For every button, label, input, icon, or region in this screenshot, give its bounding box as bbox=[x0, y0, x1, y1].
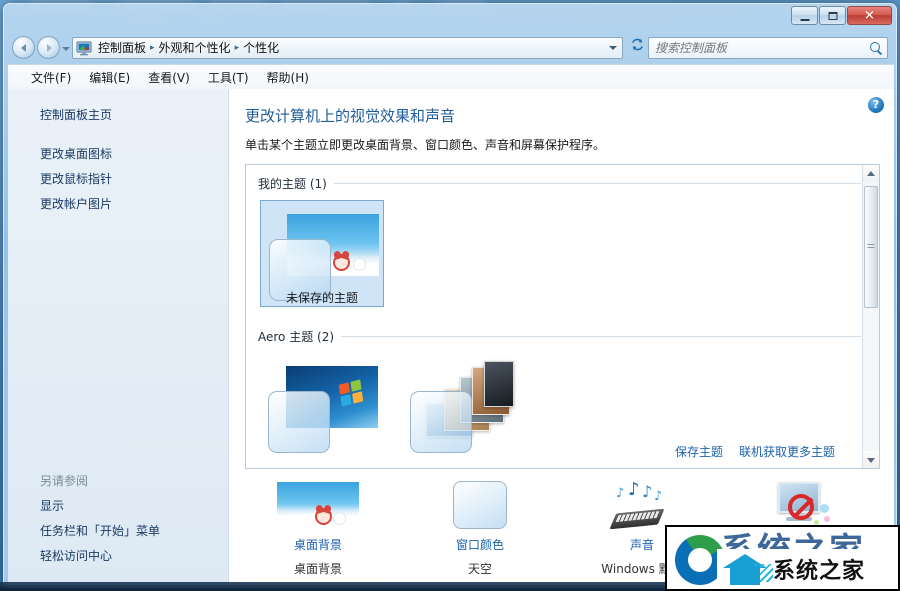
menu-view[interactable]: 查看(V) bbox=[139, 66, 199, 89]
menu-file[interactable]: 文件(F) bbox=[22, 66, 80, 89]
window-titlebar[interactable]: ✕ bbox=[4, 4, 896, 31]
back-button[interactable] bbox=[12, 36, 35, 59]
address-bar[interactable]: 控制面板 ▸ 外观和个性化 ▸ 个性化 bbox=[72, 36, 623, 59]
get-more-themes-online-link[interactable]: 联机获取更多主题 bbox=[739, 443, 835, 460]
quick-item-value: 天空 bbox=[467, 562, 492, 576]
forward-button[interactable] bbox=[37, 36, 60, 59]
maximize-icon bbox=[828, 11, 837, 20]
windows-logo-icon bbox=[338, 379, 364, 407]
sidebar-item-display[interactable]: 显示 bbox=[8, 494, 228, 519]
chevron-down-icon[interactable] bbox=[605, 38, 620, 57]
breadcrumb-item-2[interactable]: 个性化 bbox=[240, 39, 282, 56]
page-subtitle: 单击某个主题立即更改桌面背景、窗口颜色、声音和屏幕保护程序。 bbox=[245, 138, 606, 152]
theme-group-aero bbox=[256, 353, 861, 453]
theme-actions: 保存主题 联机获取更多主题 bbox=[675, 443, 835, 460]
bunny-character-icon bbox=[333, 512, 346, 525]
window-color-icon bbox=[399, 477, 561, 533]
bunny-character-icon bbox=[353, 258, 366, 271]
scrollbar-thumb[interactable] bbox=[864, 186, 878, 308]
minimize-button[interactable] bbox=[791, 6, 818, 25]
quick-item-desktop-background[interactable]: 桌面背景 桌面背景 bbox=[237, 477, 399, 585]
minimize-icon bbox=[800, 18, 809, 21]
theme-group-my-themes: 未保存的主题 bbox=[256, 200, 861, 307]
sidebar-item-change-account-picture[interactable]: 更改帐户图片 bbox=[8, 192, 228, 217]
theme-list-scrollbar[interactable] bbox=[862, 165, 879, 468]
display-icon bbox=[76, 40, 92, 56]
dots-icon bbox=[755, 564, 773, 582]
theme-tile-unsaved[interactable]: 未保存的主题 bbox=[260, 200, 384, 307]
close-button[interactable]: ✕ bbox=[847, 6, 892, 25]
close-icon: ✕ bbox=[864, 8, 875, 23]
glass-window-preview bbox=[268, 391, 330, 453]
house-icon bbox=[723, 552, 773, 586]
fox-character-icon bbox=[315, 508, 332, 525]
window-controls: ✕ bbox=[790, 6, 892, 25]
theme-group-title: Aero 主题 (2) bbox=[258, 330, 335, 344]
see-also-section: 另请参阅 显示 任务栏和「开始」菜单 轻松访问中心 bbox=[8, 469, 228, 569]
scrollbar-track[interactable] bbox=[863, 182, 879, 451]
menu-bar: 文件(F) 编辑(E) 查看(V) 工具(T) 帮助(H) bbox=[8, 64, 894, 89]
quick-item-label[interactable]: 桌面背景 bbox=[237, 536, 399, 553]
maximize-button[interactable] bbox=[819, 6, 846, 25]
music-note-icon: ♪ bbox=[642, 482, 653, 501]
theme-group-header-my-themes: 我的主题 (1) bbox=[258, 175, 861, 192]
music-note-icon: ♪ bbox=[616, 486, 625, 501]
watermark-text: 系统之家 bbox=[773, 559, 866, 584]
theme-thumbnail bbox=[402, 353, 526, 460]
recent-locations-button[interactable] bbox=[60, 38, 72, 58]
breadcrumb-item-0[interactable]: 控制面板 bbox=[95, 39, 149, 56]
sidebar-item-ease-of-access-center[interactable]: 轻松访问中心 bbox=[8, 544, 228, 569]
theme-list-box: 我的主题 (1) 未保存的主题 Aero 主题 (2) 保存主题 联机获取更多主… bbox=[245, 164, 880, 469]
address-bar-row: 控制面板 ▸ 外观和个性化 ▸ 个性化 bbox=[4, 31, 896, 64]
page-title: 更改计算机上的视觉效果和声音 bbox=[245, 107, 456, 125]
theme-tile-windows7[interactable] bbox=[260, 353, 384, 453]
scroll-down-button[interactable] bbox=[863, 451, 879, 468]
theme-group-header-aero: Aero 主题 (2) bbox=[258, 328, 861, 345]
watermark-card: 系统之家 bbox=[717, 549, 898, 589]
menu-help[interactable]: 帮助(H) bbox=[258, 66, 318, 89]
breadcrumb: 控制面板 ▸ 外观和个性化 ▸ 个性化 bbox=[95, 39, 605, 56]
search-input[interactable] bbox=[655, 40, 869, 55]
control-panel-window: ✕ 控制面板 ▸ 外观和个性化 ▸ 个性化 搜索控制面板 文件(F) 编辑(E)… bbox=[3, 3, 897, 588]
prohibition-icon bbox=[788, 494, 814, 520]
music-note-icon: ♪ bbox=[654, 489, 663, 504]
theme-list-scroll-area: 我的主题 (1) 未保存的主题 Aero 主题 (2) 保存主题 联机获取更多主… bbox=[246, 165, 861, 468]
theme-tile-architecture[interactable] bbox=[402, 353, 526, 453]
sidebar-item-change-mouse-pointers[interactable]: 更改鼠标指针 bbox=[8, 167, 228, 192]
main-panel: ? 更改计算机上的视觉效果和声音 单击某个主题立即更改桌面背景、窗口颜色、声音和… bbox=[229, 89, 894, 585]
refresh-button[interactable] bbox=[627, 37, 648, 58]
save-theme-link[interactable]: 保存主题 bbox=[675, 443, 723, 460]
window-content: 控制面板主页 更改桌面图标 更改鼠标指针 更改帐户图片 另请参阅 显示 任务栏和… bbox=[8, 89, 894, 585]
sidebar-item-control-panel-home[interactable]: 控制面板主页 bbox=[8, 103, 228, 128]
theme-thumbnail bbox=[260, 353, 384, 460]
divider bbox=[333, 183, 861, 184]
quick-item-value: 桌面背景 bbox=[293, 562, 342, 576]
music-note-icon: ♪ bbox=[628, 479, 640, 500]
keyboard-icon bbox=[609, 508, 665, 530]
see-also-header: 另请参阅 bbox=[40, 474, 89, 488]
wallpaper-icon bbox=[237, 477, 399, 533]
quick-item-window-color[interactable]: 窗口颜色 天空 bbox=[399, 477, 561, 585]
sidebar-item-taskbar-start-menu[interactable]: 任务栏和「开始」菜单 bbox=[8, 519, 228, 544]
divider bbox=[341, 336, 861, 337]
search-icon bbox=[869, 41, 883, 55]
sidebar-item-change-desktop-icons[interactable]: 更改桌面图标 bbox=[8, 142, 228, 167]
glass-window-preview bbox=[410, 391, 472, 453]
menu-edit[interactable]: 编辑(E) bbox=[80, 66, 139, 89]
watermark-logo: 系统之家 系统之家 bbox=[665, 525, 900, 591]
search-box[interactable] bbox=[648, 36, 888, 59]
theme-group-title: 我的主题 (1) bbox=[258, 177, 327, 191]
menu-tools[interactable]: 工具(T) bbox=[199, 66, 258, 89]
scroll-up-button[interactable] bbox=[863, 165, 879, 182]
breadcrumb-item-1[interactable]: 外观和个性化 bbox=[156, 39, 234, 56]
navigation-sidebar: 控制面板主页 更改桌面图标 更改鼠标指针 更改帐户图片 另请参阅 显示 任务栏和… bbox=[8, 89, 229, 585]
help-icon[interactable]: ? bbox=[868, 97, 884, 113]
quick-item-label[interactable]: 窗口颜色 bbox=[399, 536, 561, 553]
theme-tile-label: 未保存的主题 bbox=[285, 291, 358, 305]
fox-character-icon bbox=[333, 254, 350, 271]
